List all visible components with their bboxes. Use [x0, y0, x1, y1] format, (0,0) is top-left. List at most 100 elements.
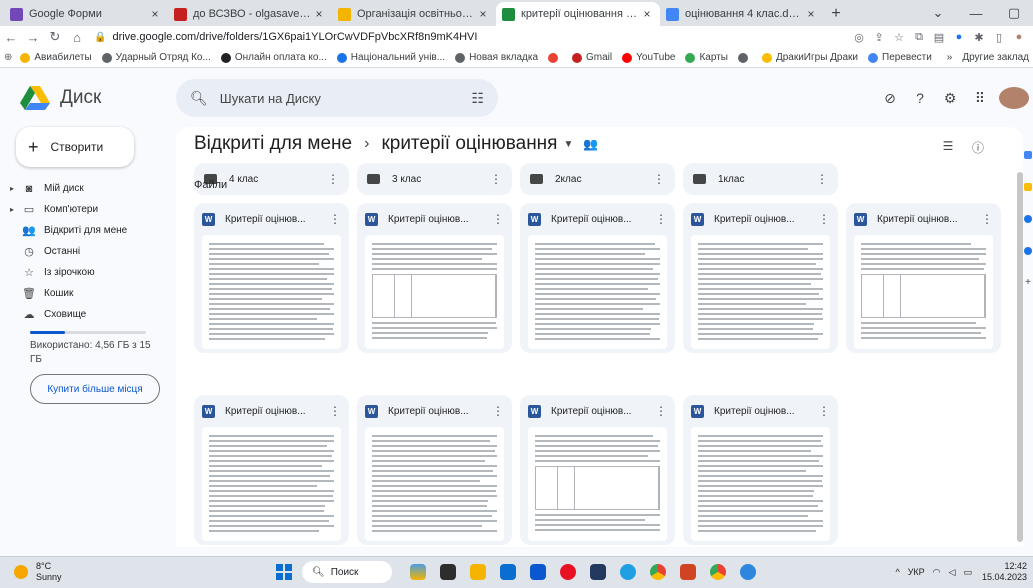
browser-tab[interactable]: оцінювання 4 клас.doc - Google× [660, 2, 824, 26]
bookmark-item[interactable]: Gmail [572, 52, 612, 63]
tasks-icon[interactable] [1024, 215, 1032, 223]
contacts-icon[interactable] [1024, 247, 1032, 255]
file-card[interactable]: W Критерії оцінюв... ⋮ [357, 395, 512, 545]
folder-card[interactable]: 2клас ⋮ [520, 163, 675, 195]
bookmark-item[interactable]: Онлайн оплата ко... [220, 52, 327, 63]
share-icon[interactable]: ⇪ [869, 31, 889, 44]
apps-icon[interactable]: ⊕ [4, 52, 12, 63]
more-options-icon[interactable]: ⋮ [329, 404, 341, 418]
info-icon[interactable]: ⓘ [963, 139, 993, 156]
browser-tab[interactable]: до ВСЗВО - olgasaveleva88@gm× [168, 2, 332, 26]
url-field[interactable]: 🔒 drive.google.com/drive/folders/1GX6pai… [94, 27, 774, 47]
add-addon-icon[interactable]: + [1024, 278, 1032, 288]
chevron-up-icon[interactable]: ^ [895, 567, 899, 577]
minimize-button[interactable]: — [957, 6, 995, 21]
bookmark-item[interactable]: Перевести [868, 52, 932, 63]
file-card[interactable]: W Критерії оцінюв... ⋮ [194, 203, 349, 353]
app-icon[interactable] [586, 561, 610, 583]
more-options-icon[interactable]: ⋮ [492, 404, 504, 418]
mail-icon[interactable] [496, 561, 520, 583]
apps-grid-icon[interactable]: ⠿ [965, 90, 995, 107]
search-options-icon[interactable]: ☷ [471, 90, 484, 107]
keep-icon[interactable] [1024, 183, 1032, 191]
extension-icon[interactable]: ▤ [929, 31, 949, 44]
chevron-icon[interactable]: » [947, 52, 953, 63]
search-input[interactable]: 🔍︎ Шукати на Диску ☷ [176, 79, 498, 117]
help-icon[interactable]: ? [905, 90, 935, 106]
offline-status-icon[interactable]: ⊘ [875, 90, 905, 107]
settings-gear-icon[interactable]: ⚙ [935, 90, 965, 107]
sidebar-item[interactable]: ▸ ▭ Комп'ютери [0, 199, 176, 220]
file-card[interactable]: W Критерії оцінюв... ⋮ [520, 395, 675, 545]
file-card[interactable]: W Критерії оцінюв... ⋮ [683, 395, 838, 545]
sidebar-item[interactable]: ☁ Сховище [0, 304, 176, 325]
widgets-icon[interactable] [406, 561, 430, 583]
expand-caret-icon[interactable]: ▸ [10, 184, 20, 193]
sidebar-item[interactable]: 🗑 Кошик [0, 283, 176, 304]
file-card[interactable]: W Критерії оцінюв... ⋮ [683, 203, 838, 353]
extension-icon[interactable]: ● [949, 31, 969, 43]
sidebar-item[interactable]: ☆ Із зірочкою [0, 262, 176, 283]
sidepanel-icon[interactable]: ▯ [989, 31, 1009, 44]
chrome-icon[interactable] [706, 561, 730, 583]
google-lens-icon[interactable]: ◎ [849, 31, 869, 44]
reload-icon[interactable]: ↻ [44, 29, 66, 45]
more-options-icon[interactable]: ⋮ [816, 172, 828, 186]
task-view-icon[interactable] [436, 561, 460, 583]
store-icon[interactable] [526, 561, 550, 583]
other-bookmarks-link[interactable]: Другие заклад [962, 52, 1029, 63]
tab-search-icon[interactable]: ⌄ [919, 5, 957, 21]
taskbar-search[interactable]: 🔍︎ Поиск [302, 561, 392, 583]
buy-storage-button[interactable]: Купити більше місця [30, 374, 160, 404]
folder-card[interactable]: 1клас ⋮ [683, 163, 838, 195]
volume-icon[interactable]: ◁ [949, 567, 956, 578]
battery-icon[interactable]: ▭ [963, 567, 972, 578]
dropdown-caret-icon[interactable]: ▼ [563, 139, 573, 150]
home-icon[interactable]: ⌂ [66, 30, 88, 45]
browser-tab[interactable]: критерії оцінювання – Google Д× [496, 2, 660, 26]
extensions-puzzle-icon[interactable]: ✱ [969, 31, 989, 44]
weather-widget[interactable]: 8°C Sunny [14, 561, 62, 583]
more-options-icon[interactable]: ⋮ [655, 212, 667, 226]
more-options-icon[interactable]: ⋮ [490, 172, 502, 186]
search-icon[interactable]: 🔍︎ [190, 90, 208, 107]
folder-card[interactable]: 3 клас ⋮ [357, 163, 512, 195]
more-options-icon[interactable]: ⋮ [818, 404, 830, 418]
powerpoint-icon[interactable] [676, 561, 700, 583]
clock[interactable]: 12:42 15.04.2023 [982, 561, 1027, 583]
edge-icon[interactable] [616, 561, 640, 583]
profile-avatar[interactable]: ● [1009, 31, 1029, 43]
bookmark-item[interactable] [548, 52, 562, 63]
edge-icon[interactable] [736, 561, 760, 583]
more-options-icon[interactable]: ⋮ [327, 172, 339, 186]
file-explorer-icon[interactable] [466, 561, 490, 583]
sidebar-item[interactable]: 👥 Відкриті для мене [0, 220, 176, 241]
tab-close-icon[interactable]: × [312, 7, 326, 21]
file-card[interactable]: W Критерії оцінюв... ⋮ [357, 203, 512, 353]
maximize-button[interactable]: ▢ [995, 5, 1033, 21]
tab-close-icon[interactable]: × [148, 7, 162, 21]
tab-close-icon[interactable]: × [476, 7, 490, 21]
bookmark-item[interactable]: Ударный Отряд Ко... [101, 52, 211, 63]
bookmark-item[interactable]: ДракиИгры Драки [761, 52, 858, 63]
forward-icon[interactable]: → [22, 30, 44, 45]
drive-logo[interactable]: Диск [20, 86, 101, 110]
more-options-icon[interactable]: ⋮ [818, 212, 830, 226]
breadcrumb-root[interactable]: Відкриті для мене [194, 133, 352, 155]
more-options-icon[interactable]: ⋮ [329, 212, 341, 226]
tab-close-icon[interactable]: × [804, 7, 818, 21]
more-options-icon[interactable]: ⋮ [653, 172, 665, 186]
browser-tab[interactable]: Організація освітнього процесу× [332, 2, 496, 26]
sidebar-item[interactable]: ◷ Останні [0, 241, 176, 262]
calendar-icon[interactable] [1024, 151, 1032, 159]
bookmark-item[interactable]: YouTube [622, 52, 675, 63]
file-card[interactable]: W Критерії оцінюв... ⋮ [520, 203, 675, 353]
windows-start-icon[interactable] [276, 564, 292, 580]
bookmark-item[interactable]: Авиабилеты [20, 52, 92, 63]
avatar[interactable] [999, 87, 1029, 109]
bookmark-item[interactable]: Національний унів... [336, 52, 445, 63]
bookmark-item[interactable]: Карты [685, 52, 728, 63]
language-indicator[interactable]: УКР [908, 567, 925, 577]
bookmark-item[interactable]: Новая вкладка [455, 52, 538, 63]
bookmark-star-icon[interactable]: ☆ [889, 31, 909, 44]
